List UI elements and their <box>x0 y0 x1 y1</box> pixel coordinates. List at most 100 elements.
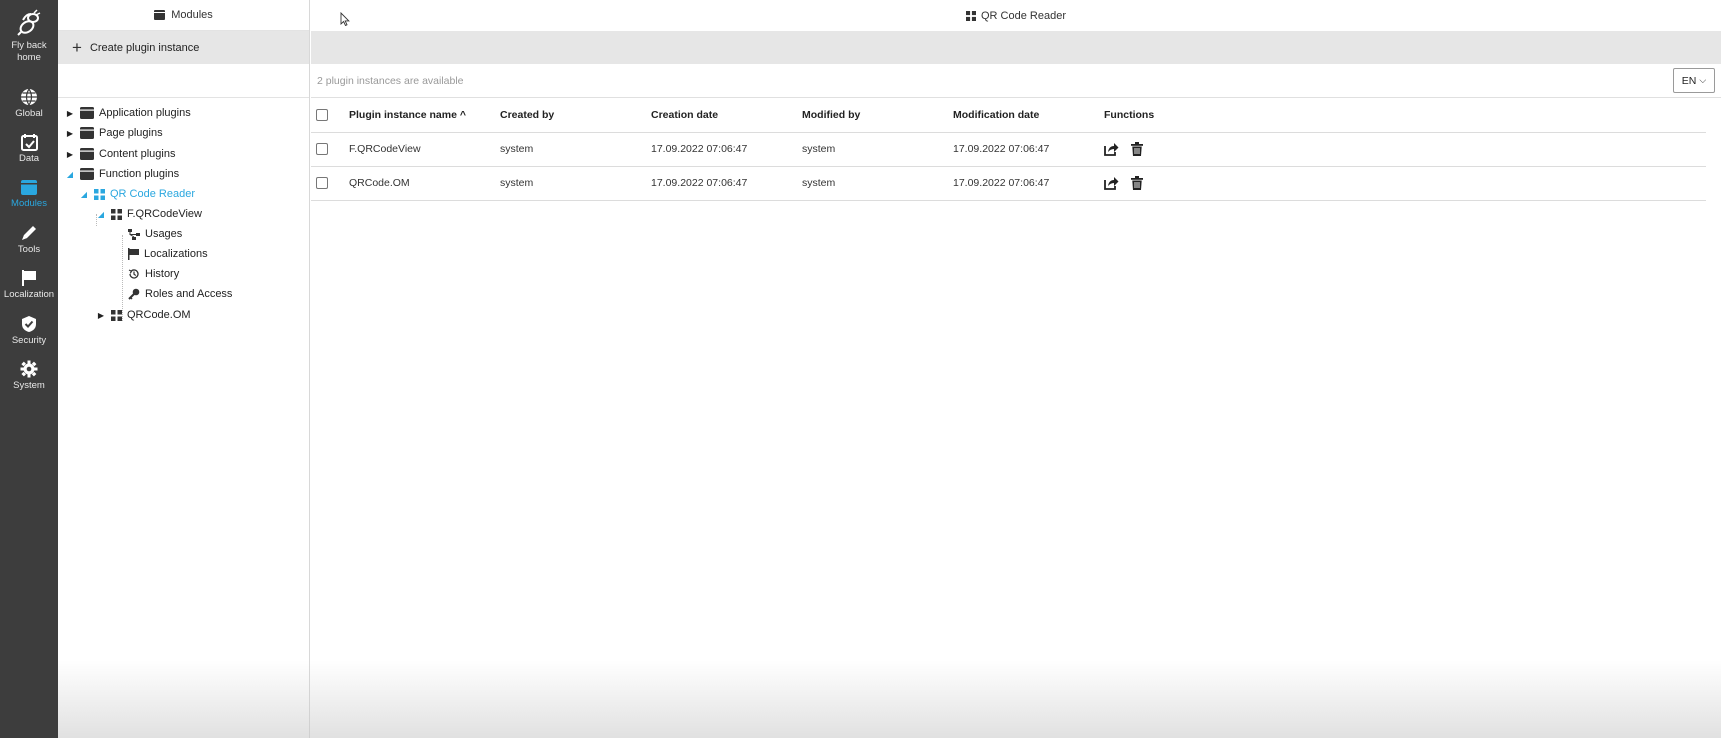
expand-arrow-icon[interactable]: ▶ <box>65 150 75 159</box>
rail-item-data[interactable]: Data <box>0 133 58 165</box>
row-checkbox[interactable] <box>316 143 328 156</box>
bee-logo-icon <box>17 9 41 36</box>
apps-grid-icon <box>111 309 122 321</box>
tree-node-history[interactable]: History <box>128 268 179 280</box>
tree-node-page-plugins[interactable]: ▶ Page plugins <box>65 127 163 139</box>
rail-item-label: Data <box>18 153 40 164</box>
info-row: 2 plugin instances are available EN ⌵ <box>311 64 1721 98</box>
cell-functions <box>1104 132 1706 167</box>
export-icon[interactable] <box>1104 142 1119 156</box>
tree-node-label: Roles and Access <box>145 288 233 300</box>
flag-icon <box>22 270 36 286</box>
language-value: EN <box>1681 74 1697 87</box>
mouse-cursor-icon <box>340 12 350 26</box>
flag-icon <box>128 248 139 260</box>
tree-node-label: Usages <box>145 228 183 240</box>
cell-name: F.QRCodeView <box>349 132 500 167</box>
column-header-modification-date[interactable]: Modification date <box>953 98 1104 133</box>
rail-item-label: System <box>13 380 45 391</box>
create-plugin-instance-button[interactable]: + Create plugin instance <box>58 31 309 64</box>
collapse-arrow-icon[interactable]: ◢ <box>65 170 75 179</box>
rail-item-localization[interactable]: Localization <box>0 269 58 301</box>
main-title: QR Code Reader <box>981 9 1066 22</box>
globe-icon <box>21 88 37 106</box>
window-icon <box>80 148 94 160</box>
table-row[interactable]: QRCode.OM system 17.09.2022 07:06:47 sys… <box>311 166 1706 201</box>
instance-count-text: 2 plugin instances are available <box>317 75 464 87</box>
rail-item-label: Localization <box>3 289 55 300</box>
plugin-instances-table: Plugin instance name ^ Created by Creati… <box>311 98 1706 201</box>
cell-created-by: system <box>500 132 651 167</box>
trash-icon[interactable] <box>1130 142 1143 156</box>
tree-node-application-plugins[interactable]: ▶ Application plugins <box>65 107 191 119</box>
history-icon <box>128 269 139 279</box>
tree-node-localizations[interactable]: Localizations <box>128 248 208 260</box>
panel-title: Modules <box>171 9 213 21</box>
column-header-functions: Functions <box>1104 98 1706 133</box>
calendar-check-icon <box>20 134 38 151</box>
tree-node-roles-and-access[interactable]: Roles and Access <box>128 288 232 300</box>
language-select[interactable]: EN ⌵ <box>1673 68 1715 93</box>
cell-modified-by: system <box>802 132 953 167</box>
tree-node-label: History <box>145 268 180 280</box>
cell-modified-by: system <box>802 166 953 201</box>
panel-header: Modules <box>58 0 309 31</box>
expand-arrow-icon[interactable]: ▶ <box>65 129 75 138</box>
tree-node-label: F.QRCodeView <box>127 208 202 220</box>
rail-item-system[interactable]: System <box>0 360 58 392</box>
modules-panel: Modules + Create plugin instance ▶ Appli… <box>58 0 310 738</box>
cell-created-by: system <box>500 166 651 201</box>
window-icon <box>80 107 94 119</box>
cell-creation-date: 17.09.2022 07:06:47 <box>651 132 802 167</box>
fly-back-home-label: Fly back home <box>11 40 47 63</box>
key-icon <box>128 288 140 300</box>
tree-node-label: Function plugins <box>99 168 180 180</box>
rail-item-tools[interactable]: Tools <box>0 224 58 256</box>
chevron-down-icon: ⌵ <box>1699 75 1707 85</box>
column-header-creation-date[interactable]: Creation date <box>651 98 802 133</box>
row-checkbox[interactable] <box>316 177 328 190</box>
window-icon <box>154 10 166 20</box>
rail-item-label: Security <box>11 335 47 346</box>
tree-node-content-plugins[interactable]: ▶ Content plugins <box>65 148 175 160</box>
cell-functions <box>1104 166 1706 201</box>
tree-node-label: QR Code Reader <box>110 188 195 200</box>
cell-modification-date: 17.09.2022 07:06:47 <box>953 132 1104 167</box>
column-header-name[interactable]: Plugin instance name ^ <box>349 98 500 133</box>
cell-name: QRCode.OM <box>349 166 500 201</box>
rail-item-label: Modules <box>11 198 47 209</box>
tree-node-label: Content plugins <box>99 148 176 160</box>
sitemap-icon <box>128 228 140 240</box>
apps-grid-icon <box>94 188 105 200</box>
select-all-checkbox[interactable] <box>316 108 328 121</box>
rail-item-label: Tools <box>17 244 41 255</box>
tree-node-usages[interactable]: Usages <box>128 228 182 240</box>
table-row[interactable]: F.QRCodeView system 17.09.2022 07:06:47 … <box>311 132 1706 167</box>
window-icon <box>80 127 94 139</box>
select-all-cell <box>311 98 349 133</box>
column-header-modified-by[interactable]: Modified by <box>802 98 953 133</box>
rail-item-label: Global <box>15 108 43 119</box>
rail-item-global[interactable]: Global <box>0 88 58 120</box>
tree-node-label: QRCode.OM <box>127 309 191 321</box>
fly-back-home-button[interactable]: Fly back home <box>0 8 58 64</box>
tree-node-qrcode-om[interactable]: ▶ QRCode.OM <box>96 309 191 321</box>
collapse-arrow-icon[interactable]: ◢ <box>96 210 106 219</box>
rail-item-modules[interactable]: Modules <box>0 179 58 210</box>
collapse-arrow-icon[interactable]: ◢ <box>79 190 89 199</box>
gear-icon <box>20 360 38 378</box>
tree-node-f-qrcodeview[interactable]: ◢ F.QRCodeView <box>96 208 202 220</box>
trash-icon[interactable] <box>1130 176 1143 190</box>
cell-modification-date: 17.09.2022 07:06:47 <box>953 166 1104 201</box>
navigation-rail: Fly back home Global Data Modules Tools <box>0 0 58 738</box>
cell-creation-date: 17.09.2022 07:06:47 <box>651 166 802 201</box>
tree-node-qr-code-reader[interactable]: ◢ QR Code Reader <box>79 188 195 200</box>
tree-node-function-plugins[interactable]: ◢ Function plugins <box>65 168 179 180</box>
expand-arrow-icon[interactable]: ▶ <box>65 109 75 118</box>
tree-node-label: Page plugins <box>99 127 163 139</box>
export-icon[interactable] <box>1104 176 1119 190</box>
apps-grid-icon <box>111 208 122 220</box>
rail-item-security[interactable]: Security <box>0 315 58 347</box>
expand-arrow-icon[interactable]: ▶ <box>96 311 106 320</box>
column-header-created-by[interactable]: Created by <box>500 98 651 133</box>
